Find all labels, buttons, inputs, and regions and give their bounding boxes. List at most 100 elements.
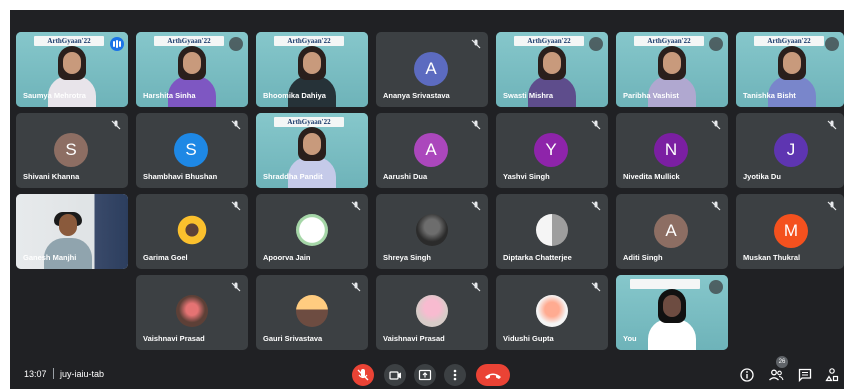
mic-off-icon bbox=[827, 201, 837, 211]
mic-off-icon bbox=[711, 120, 721, 130]
participant-name: Tanishka Bisht bbox=[743, 91, 796, 100]
meet-window: ArthGyaan'22 Saumya Mehrotra ArthGyaan'2… bbox=[10, 10, 844, 389]
profile-photo-avatar bbox=[416, 295, 448, 327]
info-icon[interactable] bbox=[739, 367, 755, 383]
mic-off-icon bbox=[709, 280, 723, 294]
profile-photo-avatar bbox=[536, 295, 568, 327]
tile-saumya-mehrotra[interactable]: ArthGyaan'22 Saumya Mehrotra bbox=[16, 32, 128, 107]
tile-swasti-mishra[interactable]: ArthGyaan'22 Swasti Mishra bbox=[496, 32, 608, 107]
participant-name: Aarushi Dua bbox=[383, 172, 428, 181]
speaking-indicator-icon bbox=[110, 37, 124, 51]
participant-name: Ananya Srivastava bbox=[383, 91, 450, 100]
mic-off-icon bbox=[229, 37, 243, 51]
avatar: J bbox=[774, 133, 808, 167]
participant-name: Shivani Khanna bbox=[23, 172, 80, 181]
tile-muskan-thukral[interactable]: M Muskan Thukral bbox=[736, 194, 844, 269]
tile-shreya-singh[interactable]: Shreya Singh bbox=[376, 194, 488, 269]
tile-nivedita-mullick[interactable]: N Nivedita Mullick bbox=[616, 113, 728, 188]
profile-photo-avatar bbox=[536, 214, 568, 246]
wreath-avatar bbox=[296, 214, 328, 246]
more-options-button[interactable] bbox=[444, 364, 466, 386]
event-banner: ArthGyaan'22 bbox=[154, 36, 224, 46]
mic-off-icon bbox=[591, 282, 601, 292]
participant-name: Paribha Vashist bbox=[623, 91, 679, 100]
participant-name: Nivedita Mullick bbox=[623, 172, 680, 181]
event-banner: ArthGyaan'22 bbox=[274, 36, 344, 46]
mic-off-icon bbox=[351, 201, 361, 211]
participant-name: You bbox=[623, 334, 637, 343]
tile-apoorva-jain[interactable]: Apoorva Jain bbox=[256, 194, 368, 269]
profile-photo-avatar bbox=[416, 214, 448, 246]
more-options-icon bbox=[453, 369, 457, 381]
tile-bhoomika-dahiya[interactable]: ArthGyaan'22 Bhoomika Dahiya bbox=[256, 32, 368, 107]
end-call-icon bbox=[485, 373, 501, 379]
avatar: A bbox=[414, 52, 448, 86]
event-banner: ArthGyaan'22 bbox=[634, 36, 704, 46]
avatar: A bbox=[654, 214, 688, 248]
present-icon bbox=[418, 369, 432, 381]
participant-name: Diptarka Chatterjee bbox=[503, 253, 572, 262]
tile-vidushi-gupta[interactable]: Vidushi Gupta bbox=[496, 275, 608, 350]
tile-harshita-sinha[interactable]: ArthGyaan'22 Harshita Sinha bbox=[136, 32, 248, 107]
tile-aarushi-dua[interactable]: A Aarushi Dua bbox=[376, 113, 488, 188]
event-banner: ArthGyaan'22 bbox=[754, 36, 824, 46]
participant-name: Harshita Sinha bbox=[143, 91, 196, 100]
avatar: N bbox=[654, 133, 688, 167]
mic-off-icon bbox=[231, 120, 241, 130]
mic-toggle-button[interactable] bbox=[352, 364, 374, 386]
mic-off-icon bbox=[591, 120, 601, 130]
tile-garima-goel[interactable]: Garima Goel bbox=[136, 194, 248, 269]
participant-name: Jyotika Du bbox=[743, 172, 781, 181]
tile-vaishnavi-prasad-2[interactable]: Vaishnavi Prasad bbox=[376, 275, 488, 350]
mic-off-icon bbox=[351, 282, 361, 292]
participant-name: Shreya Singh bbox=[383, 253, 431, 262]
participant-name: Garima Goel bbox=[143, 253, 188, 262]
participant-name: Bhoomika Dahiya bbox=[263, 91, 326, 100]
tile-shambhavi-bhushan[interactable]: S Shambhavi Bhushan bbox=[136, 113, 248, 188]
mic-off-icon bbox=[357, 369, 369, 381]
tile-vaishnavi-prasad[interactable]: Vaishnavi Prasad bbox=[136, 275, 248, 350]
participant-name: Gauri Srivastava bbox=[263, 334, 323, 343]
present-button[interactable] bbox=[414, 364, 436, 386]
avatar: M bbox=[774, 214, 808, 248]
people-icon[interactable] bbox=[768, 367, 784, 383]
tile-shraddha-pandit[interactable]: ArthGyaan'22 Shraddha Pandit bbox=[256, 113, 368, 188]
mic-off-icon bbox=[827, 120, 837, 130]
tile-diptarka-chatterjee[interactable]: Diptarka Chatterjee bbox=[496, 194, 608, 269]
mic-off-icon bbox=[709, 37, 723, 51]
tile-ganesh-manjhi[interactable]: Ganesh Manjhi bbox=[16, 194, 128, 269]
end-call-button[interactable] bbox=[476, 364, 510, 386]
activities-icon[interactable] bbox=[824, 367, 840, 383]
tile-ananya-srivastava[interactable]: A Ananya Srivastava bbox=[376, 32, 488, 107]
mic-off-icon bbox=[231, 201, 241, 211]
camera-toggle-button[interactable] bbox=[384, 364, 406, 386]
participant-name: Ganesh Manjhi bbox=[23, 253, 77, 262]
participant-name: Shraddha Pandit bbox=[263, 172, 323, 181]
avatar: S bbox=[174, 133, 208, 167]
event-banner: ArthGyaan'22 bbox=[274, 117, 344, 127]
tile-paribha-vashist[interactable]: ArthGyaan'22 Paribha Vashist bbox=[616, 32, 728, 107]
event-banner bbox=[630, 279, 700, 289]
participant-name: Vaishnavi Prasad bbox=[143, 334, 205, 343]
mic-off-icon bbox=[825, 37, 839, 51]
sunflower-avatar bbox=[176, 214, 208, 246]
participant-name: Apoorva Jain bbox=[263, 253, 311, 262]
tile-aditi-singh[interactable]: A Aditi Singh bbox=[616, 194, 728, 269]
tile-self-view[interactable]: You bbox=[616, 275, 728, 350]
participant-name: Vaishnavi Prasad bbox=[383, 334, 445, 343]
tile-shivani-khanna[interactable]: S Shivani Khanna bbox=[16, 113, 128, 188]
participant-name: Shambhavi Bhushan bbox=[143, 172, 218, 181]
tile-yashvi-singh[interactable]: Y Yashvi Singh bbox=[496, 113, 608, 188]
participant-name: Muskan Thukral bbox=[743, 253, 801, 262]
avatar: Y bbox=[534, 133, 568, 167]
tile-jyotika-du[interactable]: J Jyotika Du bbox=[736, 113, 844, 188]
profile-photo-avatar bbox=[296, 295, 328, 327]
mic-off-icon bbox=[471, 201, 481, 211]
chat-icon[interactable] bbox=[797, 367, 813, 383]
mic-off-icon bbox=[591, 201, 601, 211]
bottom-bar: 13:07 juy-iaiu-tab 26 bbox=[10, 356, 844, 389]
mic-off-icon bbox=[231, 282, 241, 292]
tile-gauri-srivastava[interactable]: Gauri Srivastava bbox=[256, 275, 368, 350]
clock: 13:07 bbox=[24, 369, 47, 379]
tile-tanishka-bisht[interactable]: ArthGyaan'22 Tanishka Bisht bbox=[736, 32, 844, 107]
